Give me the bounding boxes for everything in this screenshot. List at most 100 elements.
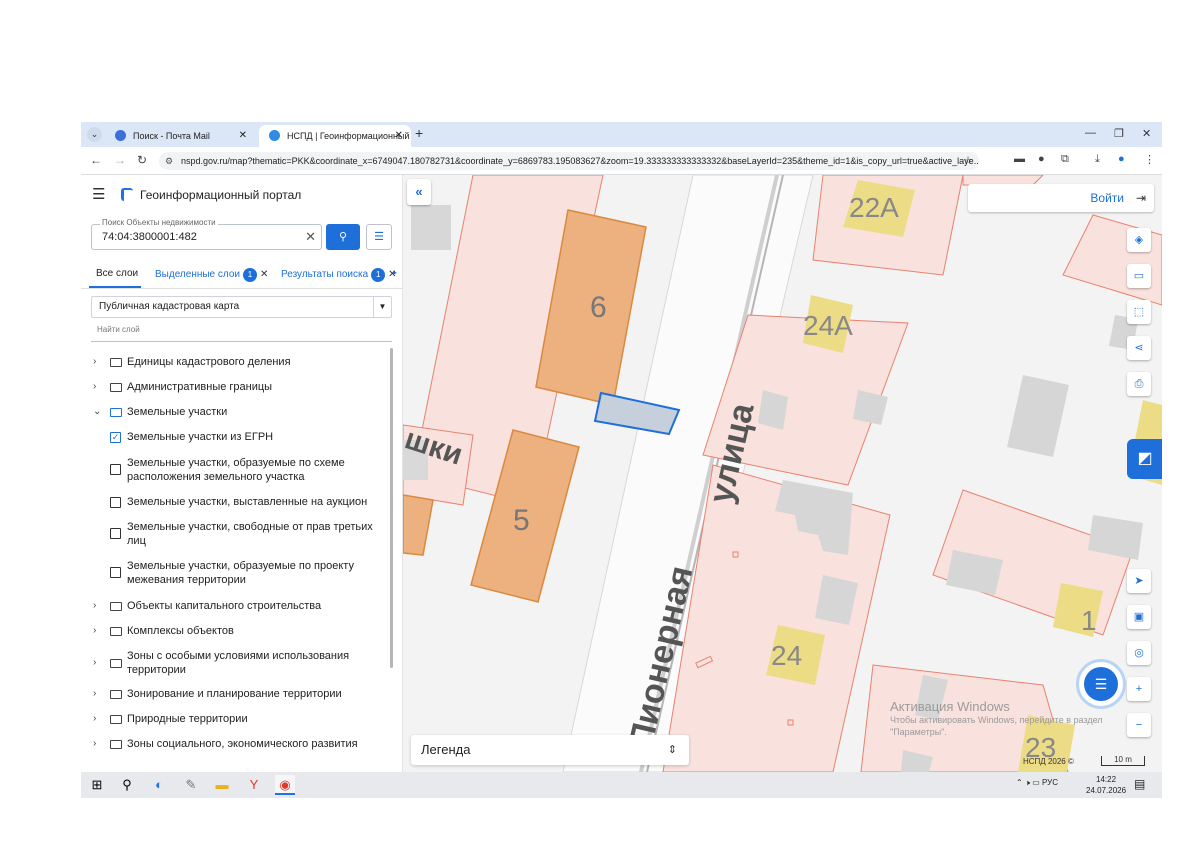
yandex-browser-icon[interactable]: Y: [244, 775, 264, 795]
tab-search-results[interactable]: Результаты поиска 1 ✕: [281, 268, 397, 282]
portal-title: Геоинформационный портал: [140, 188, 302, 202]
back-icon[interactable]: ←: [90, 153, 102, 167]
url-field[interactable]: ⚙ nspd.gov.ru/map?thematic=PKK&coordinat…: [159, 152, 979, 170]
chevron-right-icon[interactable]: ›: [93, 656, 96, 670]
chevron-right-icon[interactable]: ›: [93, 687, 96, 701]
app-icon[interactable]: ✎: [181, 775, 201, 795]
checkbox[interactable]: [110, 567, 121, 578]
plus-icon[interactable]: +: [415, 125, 423, 141]
mail-favicon-icon: [115, 130, 126, 141]
double-chevron-left-icon: «: [415, 184, 423, 199]
ruler-button[interactable]: ▭: [1127, 264, 1151, 288]
file-explorer-icon[interactable]: ▬: [212, 775, 232, 795]
find-layer-input[interactable]: Найти слой: [91, 325, 392, 342]
edge-icon[interactable]: ◐: [149, 775, 169, 795]
print-button[interactable]: ⎙: [1127, 372, 1151, 396]
count-badge: 1: [243, 268, 257, 282]
layers-button[interactable]: ◈: [1127, 228, 1151, 252]
menu-kebab-icon[interactable]: ⋮: [1144, 153, 1155, 166]
extension-icon[interactable]: ●: [1038, 153, 1045, 165]
extension-icon[interactable]: ▬: [1014, 153, 1025, 165]
chevron-right-icon[interactable]: ›: [93, 737, 96, 751]
expand-updown-icon: ⇕: [667, 744, 677, 756]
minimap-button[interactable]: ▣: [1127, 605, 1151, 629]
tree-item-label: Земельные участки, образуемые по проекту…: [127, 559, 354, 587]
volume-icon[interactable]: 🕨: [1025, 778, 1030, 787]
search-icon[interactable]: ⚲: [117, 775, 137, 795]
tab-selected-layers[interactable]: Выделенные слои 1 ✕: [155, 268, 268, 282]
tab-mail[interactable]: Поиск - Почта Mail ✕: [105, 125, 255, 147]
search-value: 74:04:3800001:482: [102, 231, 197, 243]
checkbox[interactable]: [110, 528, 121, 539]
print-icon: ⎙: [1134, 378, 1144, 390]
checkbox-checked[interactable]: ✓: [110, 432, 121, 443]
url-text: nspd.gov.ru/map?thematic=PKK&coordinate_…: [181, 156, 979, 166]
map-view[interactable]: 6 5 24А 22А 24 23 1 Пионерная улица шки …: [403, 175, 1162, 772]
bookmark-star-icon[interactable]: ☆: [963, 152, 973, 170]
download-icon[interactable]: ⤓: [1095, 153, 1100, 166]
extensions-puzzle-icon[interactable]: ⧉: [1061, 153, 1069, 166]
filter-sliders-icon: ☰: [374, 231, 384, 243]
notifications-icon[interactable]: ▤: [1134, 777, 1145, 791]
zoom-in-button[interactable]: +: [1127, 677, 1151, 701]
hamburger-menu-icon[interactable]: ☰: [92, 185, 105, 203]
tab-search-chevron-icon[interactable]: ⌄: [87, 127, 102, 142]
folder-icon: [110, 627, 122, 636]
gosuslugi-side-button[interactable]: ◩: [1127, 439, 1162, 479]
clock[interactable]: 14:22 24.07.2026: [1086, 774, 1126, 796]
building-number: 5: [513, 504, 530, 537]
tab-all-layers[interactable]: Все слои: [96, 268, 138, 279]
location-pin-button[interactable]: ◎: [1127, 641, 1151, 665]
sidebar-tabs: Все слои Выделенные слои 1 ✕ Результаты по…: [81, 259, 403, 289]
network-icon[interactable]: ▭: [1032, 778, 1040, 787]
chevron-right-icon[interactable]: ›: [93, 380, 96, 394]
collapse-sidebar-button[interactable]: «: [407, 179, 431, 205]
tab-nspd[interactable]: НСПД | Геоинформационный ✕: [259, 125, 411, 147]
share-icon: ⋖: [1134, 342, 1144, 354]
chevron-right-icon[interactable]: ›: [93, 624, 96, 638]
clear-icon[interactable]: ✕: [305, 229, 316, 245]
watermark-line: Чтобы активировать Windows, перейдите в …: [890, 715, 1103, 725]
clock-date: 24.07.2026: [1086, 786, 1127, 795]
legend-panel[interactable]: Легенда ⇕: [411, 735, 689, 765]
basemap-select[interactable]: Публичная кадастровая карта ▼: [91, 296, 392, 318]
geolocation-button[interactable]: ➤: [1127, 569, 1151, 593]
sidebar-scrollbar[interactable]: [390, 348, 393, 668]
nspd-favicon-icon: [269, 130, 280, 141]
zoom-out-button[interactable]: −: [1127, 713, 1151, 737]
search-input[interactable]: Поиск Объекты недвижимости 74:04:3800001…: [91, 218, 322, 250]
checkbox[interactable]: [110, 464, 121, 475]
chevron-right-icon[interactable]: ›: [93, 712, 96, 726]
tree-item-label: Зоны социального, экономического развити…: [127, 738, 358, 750]
checkbox[interactable]: [110, 497, 121, 508]
search-button[interactable]: ⚲: [326, 224, 360, 250]
filter-button[interactable]: ☰: [366, 224, 392, 250]
tray-chevron-icon[interactable]: ⌃: [1016, 778, 1023, 787]
forward-icon[interactable]: →: [114, 153, 126, 167]
login-button[interactable]: Войти ⇥: [968, 184, 1154, 212]
chevron-right-icon[interactable]: ›: [93, 355, 96, 369]
language-indicator[interactable]: РУС: [1042, 778, 1058, 787]
select-area-button[interactable]: ⬚: [1127, 300, 1151, 324]
close-tab-icon[interactable]: ✕: [260, 269, 268, 280]
close-window-icon[interactable]: ✕: [1142, 127, 1151, 140]
chevron-right-icon[interactable]: ›: [93, 599, 96, 613]
share-button[interactable]: ⋖: [1127, 336, 1151, 360]
reload-icon[interactable]: ↻: [137, 153, 147, 167]
minimize-icon[interactable]: —: [1085, 127, 1096, 139]
site-info-icon[interactable]: ⚙: [165, 152, 173, 170]
building-number: 24А: [803, 310, 853, 341]
restore-icon[interactable]: ❐: [1114, 127, 1124, 140]
close-tab-icon[interactable]: ✕: [239, 125, 247, 147]
profile-icon[interactable]: ●: [1118, 153, 1125, 165]
chevron-down-icon[interactable]: ⌄: [93, 405, 101, 419]
map-canvas: 6 5 24А 22А 24 23 1 Пионерная улица шки: [403, 175, 1162, 772]
folder-icon: [110, 740, 122, 749]
tabs-scroll-right-icon[interactable]: ▸: [393, 268, 397, 277]
browser-window: ⌄ Поиск - Почта Mail ✕ НСПД | Геоинформа…: [81, 122, 1162, 798]
close-tab-icon[interactable]: ✕: [395, 125, 403, 147]
chrome-icon[interactable]: ◉: [275, 775, 295, 795]
windows-start-icon[interactable]: ⊞: [87, 775, 107, 795]
dropdown-arrow-icon: ▼: [373, 297, 391, 317]
tree-item-label: Природные территории: [127, 713, 248, 725]
